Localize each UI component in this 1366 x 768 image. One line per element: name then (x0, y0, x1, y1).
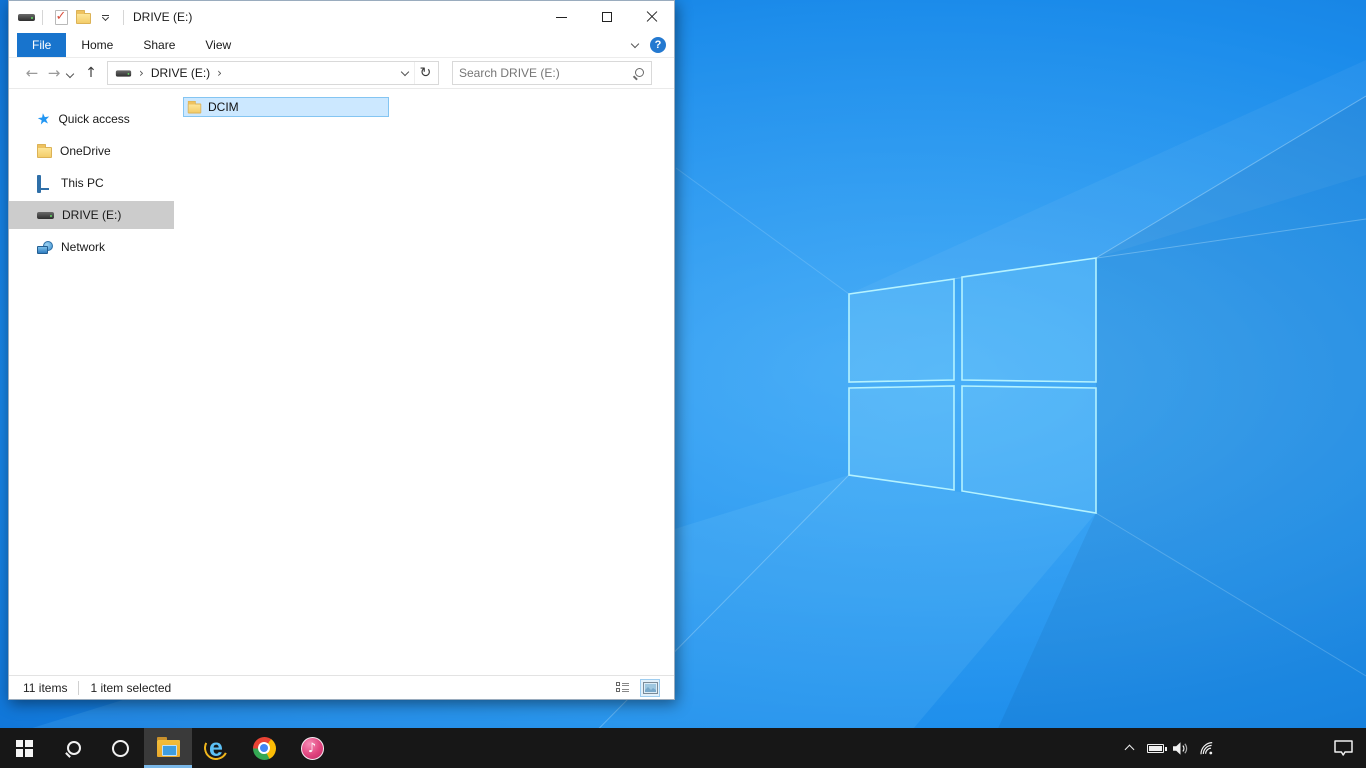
tab-home[interactable]: Home (66, 33, 128, 57)
customize-quick-access-toolbar-button[interactable] (94, 5, 116, 29)
up-button[interactable]: ↑ (79, 65, 103, 81)
taskbar-internet-explorer-button[interactable]: e (192, 728, 240, 768)
sidebar-item-this-pc[interactable]: This PC (9, 169, 174, 197)
status-separator (78, 680, 80, 695)
cortana-button[interactable] (96, 728, 144, 768)
wifi-button[interactable] (1194, 728, 1220, 768)
file-explorer-icon (156, 736, 180, 757)
network-icon (37, 240, 53, 254)
window-title: DRIVE (E:) (133, 10, 193, 24)
drive-icon (37, 211, 54, 219)
status-bar: 11 items 1 item selected (9, 675, 674, 699)
forward-button[interactable]: → (43, 64, 65, 82)
maximize-icon (601, 12, 612, 22)
large-icons-view-icon (642, 681, 658, 694)
internet-explorer-icon: e (200, 732, 232, 764)
details-view-icon (615, 682, 629, 692)
itunes-icon: ♪ (300, 736, 324, 760)
breadcrumb-segment[interactable]: DRIVE (E:) (151, 66, 210, 80)
this-pc-icon (37, 174, 53, 193)
tray-expand-chevron-icon (1124, 744, 1134, 755)
maximize-button[interactable] (584, 1, 629, 33)
new-folder-button[interactable] (72, 5, 94, 29)
taskbar-file-explorer-button[interactable] (144, 728, 192, 768)
large-icons-view-button[interactable] (640, 678, 660, 697)
window-controls (539, 1, 674, 33)
refresh-button[interactable]: ↻ (414, 62, 436, 84)
window-body: ★ Quick access OneDrive This PC DRIVE (E… (9, 89, 674, 675)
search-input[interactable] (459, 66, 632, 80)
expand-ribbon-chevron-icon[interactable] (630, 39, 640, 48)
breadcrumb-chevron-icon[interactable]: › (217, 66, 222, 80)
battery-status-button[interactable] (1142, 728, 1168, 768)
start-icon (15, 739, 33, 757)
sidebar-item-network[interactable]: Network (9, 233, 174, 261)
chrome-icon (252, 736, 276, 760)
system-tray (1116, 728, 1366, 768)
back-button[interactable]: ← (21, 64, 43, 82)
toolbar-separator (42, 9, 43, 25)
volume-icon (1173, 741, 1188, 755)
tab-view[interactable]: View (190, 33, 246, 57)
details-view-button[interactable] (612, 679, 632, 697)
start-button[interactable] (0, 728, 48, 768)
tray-expand-button[interactable] (1116, 728, 1142, 768)
sidebar-item-drive-e[interactable]: DRIVE (E:) (9, 201, 174, 229)
onedrive-folder-icon (37, 144, 52, 158)
properties-check-icon (54, 8, 68, 25)
sidebar-item-quick-access[interactable]: ★ Quick access (9, 105, 174, 133)
file-item-dcim[interactable]: DCIM (183, 97, 389, 117)
battery-icon (1146, 743, 1167, 753)
recent-locations-chevron-icon[interactable] (65, 69, 75, 79)
quick-access-star-icon: ★ (35, 108, 52, 129)
navigation-bar: ← → ↑ › DRIVE (E:) › ↻ (9, 58, 674, 89)
customize-toolbar-dropdown-icon (101, 13, 109, 21)
tab-share[interactable]: Share (128, 33, 190, 57)
address-dropdown-button[interactable] (396, 67, 414, 76)
sidebar-item-onedrive[interactable]: OneDrive (9, 137, 174, 165)
close-icon (646, 11, 658, 23)
file-list-pane[interactable]: DCIM (174, 89, 674, 675)
file-explorer-window: DRIVE (E:) File Home Share View ? ← → ↑ … (8, 0, 675, 700)
selection-count-label: 1 item selected (90, 680, 172, 695)
minimize-icon (556, 16, 567, 18)
taskbar-search-button[interactable] (48, 728, 96, 768)
action-center-icon (1333, 740, 1353, 756)
tab-file[interactable]: File (17, 33, 67, 57)
properties-button[interactable] (50, 5, 72, 29)
close-button[interactable] (629, 1, 674, 33)
taskbar-itunes-button[interactable]: ♪ (288, 728, 336, 768)
breadcrumb-chevron-icon[interactable]: › (139, 66, 144, 80)
drive-icon (18, 13, 35, 21)
navigation-pane: ★ Quick access OneDrive This PC DRIVE (E… (9, 89, 174, 675)
taskbar-chrome-button[interactable] (240, 728, 288, 768)
search-box[interactable] (452, 61, 652, 85)
new-folder-icon (75, 10, 91, 24)
title-bar[interactable]: DRIVE (E:) (9, 1, 674, 33)
volume-button[interactable] (1168, 728, 1194, 768)
toolbar-separator (123, 9, 124, 25)
windows-logo-icon (848, 257, 1097, 514)
address-bar[interactable]: › DRIVE (E:) › ↻ (107, 61, 439, 85)
search-icon (64, 740, 81, 757)
drive-icon (115, 69, 132, 77)
search-icon[interactable] (632, 67, 645, 80)
minimize-button[interactable] (539, 1, 584, 33)
ribbon-tab-bar: File Home Share View ? (9, 33, 674, 58)
taskbar: e ♪ (0, 728, 1366, 768)
cortana-icon (111, 739, 129, 757)
help-button[interactable]: ? (650, 37, 666, 53)
items-count-label: 11 items (23, 680, 68, 695)
folder-icon (187, 100, 202, 113)
action-center-button[interactable] (1330, 728, 1356, 768)
wifi-icon (1200, 742, 1213, 755)
